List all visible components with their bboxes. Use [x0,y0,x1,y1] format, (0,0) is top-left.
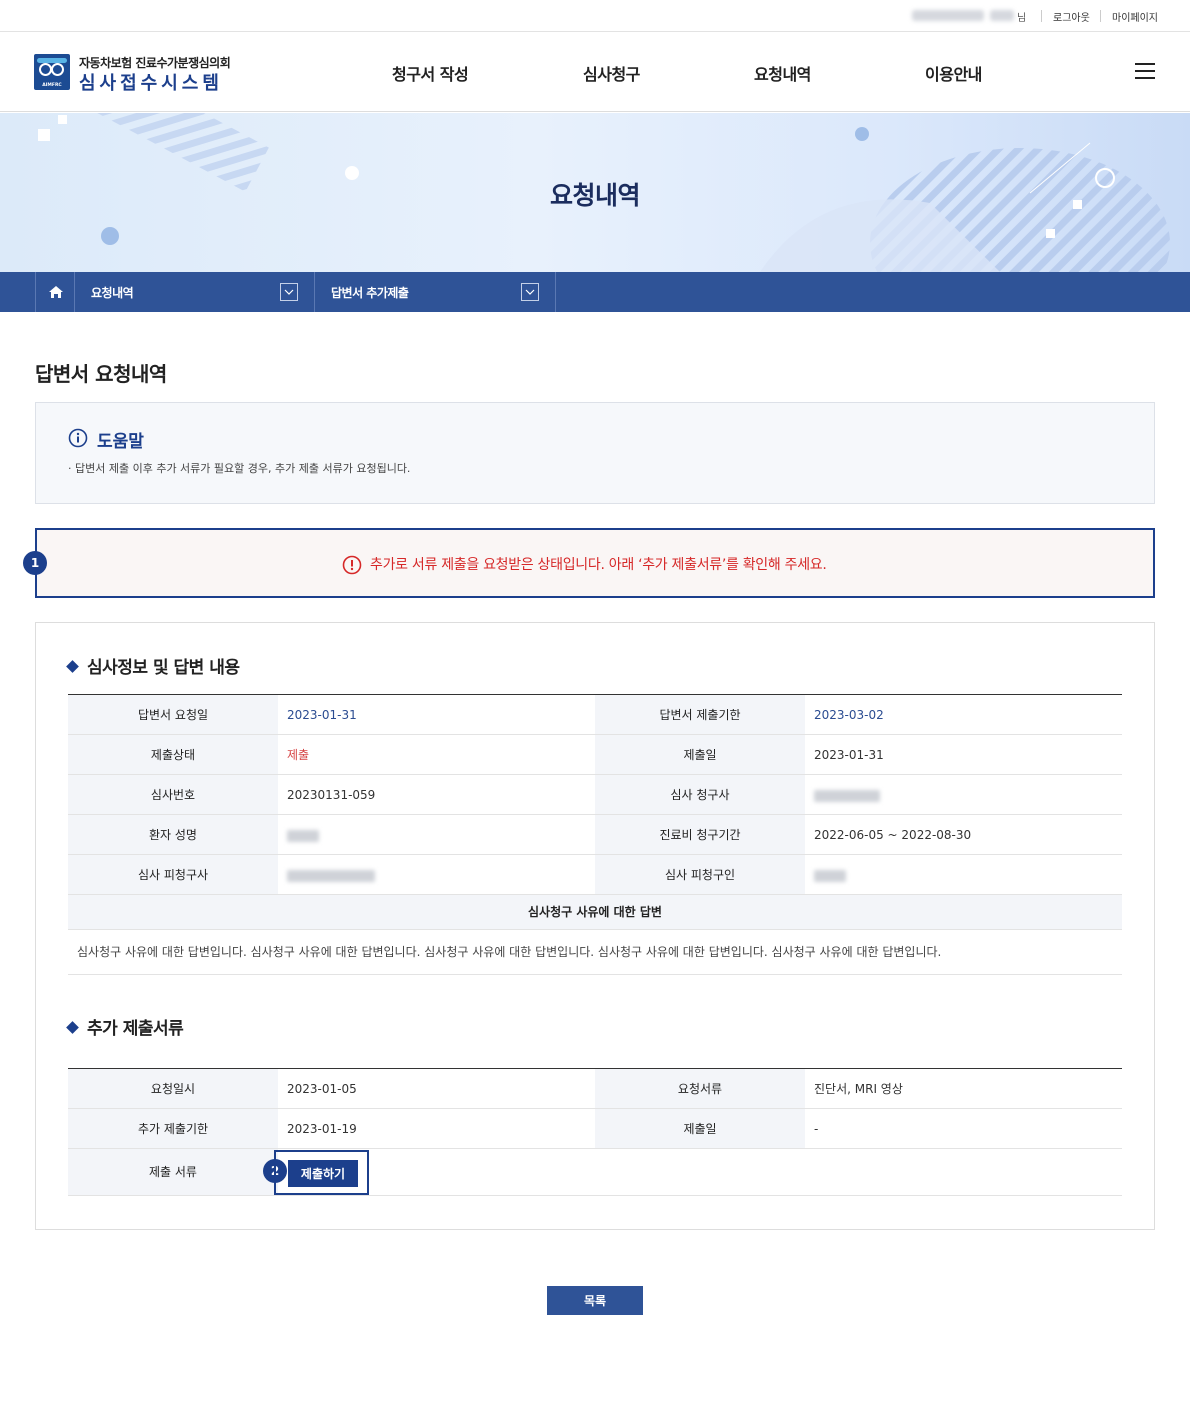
table-row: 추가 제출기한 2023-01-19 제출일 - [68,1109,1122,1149]
status-label: 제출상태 [68,735,278,774]
answer-text: 심사청구 사유에 대한 답변입니다. 심사청구 사유에 대한 답변입니다. 심사… [77,945,942,959]
page-banner: 요청내역 [0,113,1190,272]
help-title: 도움말 [97,432,144,452]
review-info-table: 답변서 요청일 2023-01-31 답변서 제출기한 2023-03-02 제… [68,694,1122,975]
respondent-person-label: 심사 피청구인 [595,855,805,894]
request-datetime-value: 2023-01-05 [287,1082,357,1096]
user-name-blurred [990,10,1014,21]
mypage-link[interactable]: 마이페이지 [1112,9,1158,24]
breadcrumb-depth2-label: 답변서 추가제출 [331,286,409,300]
page-title: 답변서 요청내역 [35,362,167,386]
list-button[interactable]: 목록 [547,1286,643,1315]
submit-documents-button[interactable]: 제출하기 [288,1160,358,1187]
detail-panel: 심사정보 및 답변 내용 답변서 요청일 2023-01-31 답변서 제출기한… [35,622,1155,1230]
nav-request-history[interactable]: 요청내역 [754,61,811,85]
logo-abbr: AIMFRC [42,83,62,88]
divider [1041,10,1042,22]
table-row: 제출상태 제출 제출일 2023-01-31 [68,735,1122,775]
breadcrumb: 요청내역 답변서 추가제출 [0,272,1190,312]
chevron-down-icon[interactable] [280,283,298,301]
submit-docs-label: 제출 서류 [68,1149,278,1195]
nav-review-claim[interactable]: 심사청구 [583,61,640,85]
patient-value-blurred [278,815,595,854]
help-text: · 답변서 제출 이후 추가 서류가 필요할 경우, 추가 제출 서류가 요청됩… [68,462,411,475]
submit-button-highlight: 제출하기 [274,1150,369,1195]
respondent-value-blurred [278,855,595,894]
add-deadline-label: 추가 제출기한 [68,1109,278,1148]
diamond-bullet-icon [66,1021,79,1034]
breadcrumb-depth1[interactable]: 요청내역 [75,272,315,312]
breadcrumb-depth2[interactable]: 답변서 추가제출 [315,272,556,312]
deadline-value: 2023-03-02 [814,708,884,722]
respondent-person-value-blurred [805,855,1122,894]
table-row: 답변서 요청일 2023-01-31 답변서 제출기한 2023-03-02 [68,695,1122,735]
submit-docs-cell: 2 제출하기 [263,1149,1122,1195]
nav-claim-write[interactable]: 청구서 작성 [392,61,469,85]
additional-section-title: 추가 제출서류 [66,1014,184,1039]
review-section-title: 심사정보 및 답변 내용 [66,653,240,678]
user-suffix: 님 [1017,13,1027,24]
status-alert: 추가로 서류 제출을 요청받은 상태입니다. 아래 ‘추가 제출서류’를 확인해… [35,528,1155,598]
step-badge-1: 1 [23,551,47,575]
review-no-label: 심사번호 [68,775,278,814]
help-box: 도움말 · 답변서 제출 이후 추가 서류가 필요할 경우, 추가 제출 서류가… [35,402,1155,504]
request-date-value: 2023-01-31 [287,708,357,722]
table-row: 요청일시 2023-01-05 요청서류 진단서, MRI 영상 [68,1069,1122,1109]
submit-date-label: 제출일 [595,735,805,774]
table-row: 심사 피청구사 심사 피청구인 [68,855,1122,895]
site-header: AIMFRC 자동차보험 진료수가분쟁심의회 심사접수시스템 청구서 작성 심사… [0,32,1190,112]
additional-docs-table: 요청일시 2023-01-05 요청서류 진단서, MRI 영상 추가 제출기한… [68,1068,1122,1196]
home-icon[interactable] [35,272,75,312]
submit-date-value: 2023-01-31 [814,748,884,762]
menu-icon[interactable] [1135,63,1155,79]
chevron-down-icon[interactable] [521,283,539,301]
table-row: 심사번호 20230131-059 심사 청구사 [68,775,1122,815]
review-no-value: 20230131-059 [287,788,376,802]
diamond-bullet-icon [66,660,79,673]
status-value: 제출 [287,748,310,762]
patient-label: 환자 성명 [68,815,278,854]
add-submit-date-label: 제출일 [595,1109,805,1148]
request-date-label: 답변서 요청일 [68,695,278,734]
table-row: 심사청구 사유에 대한 답변입니다. 심사청구 사유에 대한 답변입니다. 심사… [68,930,1122,975]
deadline-label: 답변서 제출기한 [595,695,805,734]
utility-bar: 님 로그아웃 마이페이지 [0,0,1190,32]
request-datetime-label: 요청일시 [68,1069,278,1108]
nav-guide[interactable]: 이용안내 [925,61,982,85]
period-value: 2022-06-05 ~ 2022-08-30 [814,828,972,842]
info-icon [68,428,88,448]
request-docs-value: 진단서, MRI 영상 [814,1082,903,1096]
claimant-value-blurred [805,775,1122,814]
claimant-label: 심사 청구사 [595,775,805,814]
request-docs-label: 요청서류 [595,1069,805,1108]
table-row: 심사청구 사유에 대한 답변 [68,895,1122,930]
period-label: 진료비 청구기간 [595,815,805,854]
logo-system-name[interactable]: 심사접수시스템 [79,69,223,95]
logo-ring [51,63,64,76]
answer-header: 심사청구 사유에 대한 답변 [68,895,1122,929]
user-id-blurred [912,10,984,21]
banner-title: 요청내역 [549,181,641,210]
logo-wave [37,58,67,63]
respondent-label: 심사 피청구사 [68,855,278,894]
table-row: 환자 성명 진료비 청구기간 2022-06-05 ~ 2022-08-30 [68,815,1122,855]
logo-icon[interactable]: AIMFRC [34,54,70,90]
table-row: 제출 서류 2 제출하기 [68,1149,1122,1196]
logout-link[interactable]: 로그아웃 [1053,9,1090,24]
add-deadline-value: 2023-01-19 [287,1122,357,1136]
warning-icon [342,555,362,575]
alert-message: 추가로 서류 제출을 요청받은 상태입니다. 아래 ‘추가 제출서류’를 확인해… [370,557,827,573]
divider [1100,10,1101,22]
breadcrumb-depth1-label: 요청내역 [91,286,134,300]
add-submit-date-value: - [814,1122,819,1136]
